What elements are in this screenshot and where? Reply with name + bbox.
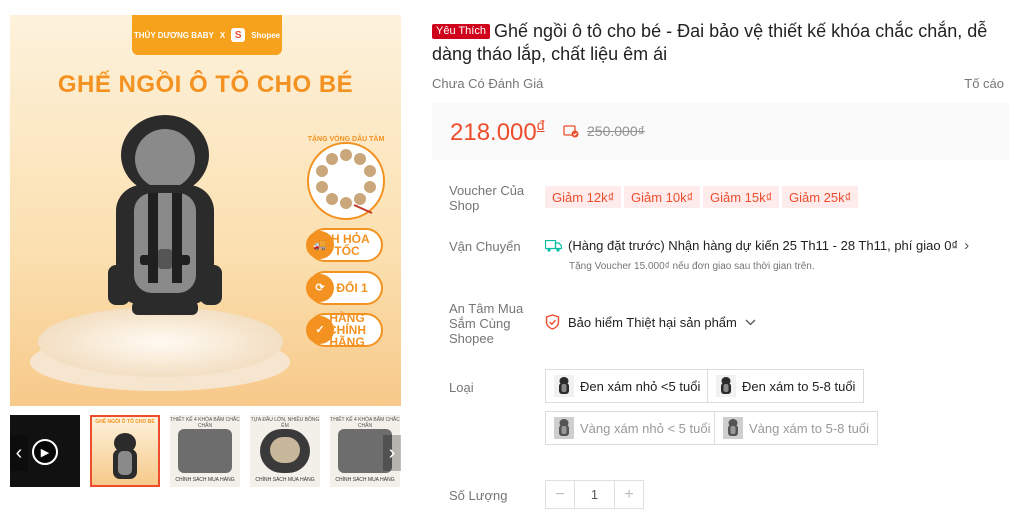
product-title: Yêu Thích Ghế ngồi ô tô cho bé - Đai bảo … bbox=[432, 20, 992, 66]
variant-label: Loại bbox=[449, 380, 474, 395]
price-tag-icon[interactable] bbox=[563, 124, 579, 138]
variant-option[interactable]: Đen xám nhỏ <5 tuổi bbox=[545, 369, 710, 403]
product-page: THỦY DƯƠNG BABY X S Shopee GHẾ NGỒI Ô TÔ… bbox=[0, 0, 1020, 509]
shipping-info[interactable]: (Hàng đặt trước) Nhận hàng dự kiến 25 Th… bbox=[545, 237, 969, 254]
variant-thumbnail bbox=[716, 375, 736, 397]
hero-title: GHẾ NGỒI Ô TÔ CHO BÉ bbox=[57, 71, 354, 98]
quantity-plus-button[interactable]: + bbox=[615, 481, 643, 508]
product-title-text: Ghế ngồi ô tô cho bé - Đai bảo vệ thiết … bbox=[432, 21, 988, 64]
price-currency: đ bbox=[536, 117, 545, 133]
car-seat-thumb bbox=[113, 433, 137, 479]
exchange-icon: ⟳ bbox=[306, 274, 334, 302]
variant-text: Đen xám to 5-8 tuổi bbox=[742, 378, 856, 394]
play-icon: ▶ bbox=[32, 439, 58, 465]
thumbnail-title: THIẾT KẾ 4 KHÓA BẤM CHẮC CHẮN bbox=[170, 417, 240, 429]
variant-option-disabled[interactable]: Vàng xám nhỏ < 5 tuổi bbox=[545, 411, 720, 445]
original-price: 250.000₫ bbox=[587, 123, 645, 139]
shopee-label: Shopee bbox=[251, 30, 281, 40]
thumbnail-prev-arrow[interactable]: ‹ bbox=[10, 435, 28, 471]
report-link[interactable]: Tố cáo bbox=[964, 76, 1004, 91]
assurance-label: An Tâm Mua Sắm Cùng Shopee bbox=[449, 301, 524, 346]
favorite-badge: Yêu Thích bbox=[432, 24, 490, 39]
thumbnail-title: TỰA ĐẦU LỚN, NHIỀU BÔNG ÊM bbox=[250, 417, 320, 429]
quantity-input[interactable]: 1 bbox=[574, 481, 615, 508]
voucher-chip[interactable]: Giảm 15k₫ bbox=[703, 186, 780, 208]
badge-authentic: ✓ HÀNG CHÍNH HÃNG bbox=[306, 312, 383, 348]
variant-thumbnail bbox=[723, 417, 743, 439]
variant-text: Vàng xám nhỏ < 5 tuổi bbox=[580, 420, 711, 436]
thumbnail-caption: CHÍNH SÁCH MUA HÀNG bbox=[175, 477, 235, 483]
thumbnail-2[interactable]: THIẾT KẾ 4 KHÓA BẤM CHẮC CHẮN CHÍNH SÁCH… bbox=[170, 415, 240, 487]
assurance-info[interactable]: Bảo hiểm Thiệt hại sản phẩm bbox=[545, 314, 756, 330]
brand-x: X bbox=[219, 30, 226, 40]
quantity-label: Số Lượng bbox=[449, 488, 508, 503]
current-price: 218.000đ bbox=[450, 117, 545, 147]
chevron-down-icon bbox=[745, 319, 756, 325]
chevron-right-icon: › bbox=[964, 237, 970, 254]
brand-name: THỦY DƯƠNG BABY bbox=[133, 30, 214, 40]
thumbnail-caption: CHÍNH SÁCH MUA HÀNG bbox=[255, 477, 315, 483]
shipping-text: (Hàng đặt trước) Nhận hàng dự kiến 25 Th… bbox=[568, 238, 959, 253]
assurance-text: Bảo hiểm Thiệt hại sản phẩm bbox=[568, 314, 737, 330]
headrest-closeup bbox=[260, 429, 310, 473]
thumbnail-title: THIẾT KẾ 4 KHÓA BẤM CHẮC CHẮN bbox=[330, 417, 400, 429]
truck-icon bbox=[545, 239, 562, 252]
thumbnail-3[interactable]: TỰA ĐẦU LỚN, NHIỀU BÔNG ÊM CHÍNH SÁCH MU… bbox=[250, 415, 320, 487]
voucher-chip[interactable]: Giảm 25k₫ bbox=[782, 186, 859, 208]
shield-check-icon: ✓ bbox=[306, 316, 334, 344]
shield-check-icon bbox=[545, 314, 560, 330]
seat-closeup bbox=[178, 429, 232, 473]
variant-text: Đen xám nhỏ <5 tuổi bbox=[580, 378, 701, 394]
shipping-voucher-note: Tặng Voucher 15.000₫ nếu đơn giao sau th… bbox=[569, 261, 815, 272]
variant-option[interactable]: Đen xám to 5-8 tuổi bbox=[707, 369, 865, 403]
voucher-chip[interactable]: Giảm 12k₫ bbox=[545, 186, 622, 208]
thumbnail-strip: ‹ ▶ GHẾ NGỒI Ô TÔ CHO BÉ THIẾT KẾ 4 KHÓA… bbox=[10, 415, 401, 487]
voucher-label: Voucher Của Shop bbox=[449, 183, 525, 213]
brand-tag: THỦY DƯƠNG BABY X S Shopee bbox=[132, 15, 282, 55]
quantity-stepper: − 1 + bbox=[545, 480, 644, 509]
thumbnail-caption: CHÍNH SÁCH MUA HÀNG bbox=[335, 477, 395, 483]
variant-thumbnail bbox=[554, 375, 574, 397]
price-box: 218.000đ 250.000₫ bbox=[432, 103, 1009, 160]
shipping-label: Vận Chuyển bbox=[449, 239, 521, 254]
main-product-image[interactable]: THỦY DƯƠNG BABY X S Shopee GHẾ NGỒI Ô TÔ… bbox=[10, 15, 401, 406]
shopee-bag-icon: S bbox=[231, 28, 246, 42]
variant-thumbnail bbox=[554, 417, 574, 439]
thumbnail-1[interactable]: GHẾ NGỒI Ô TÔ CHO BÉ bbox=[90, 415, 160, 487]
badge-exchange: ⟳ 1 ĐỔI 1 bbox=[306, 271, 383, 305]
voucher-chip[interactable]: Giảm 10k₫ bbox=[624, 186, 701, 208]
thumbnail-title: GHẾ NGỒI Ô TÔ CHO BÉ bbox=[95, 419, 155, 425]
car-seat-illustration bbox=[108, 115, 222, 315]
quantity-minus-button[interactable]: − bbox=[546, 481, 574, 508]
gift-label: TẶNG VÒNG DÂU TẰM bbox=[308, 134, 385, 143]
variant-option-disabled[interactable]: Vàng xám to 5-8 tuổi bbox=[714, 411, 878, 445]
thumbnail-next-arrow[interactable]: › bbox=[383, 435, 401, 471]
variant-text: Vàng xám to 5-8 tuổi bbox=[749, 420, 869, 436]
truck-icon: 🚚 bbox=[306, 231, 334, 259]
price-value: 218.000 bbox=[450, 119, 537, 146]
badge-express: 🚚 2H HỎA TỐC bbox=[306, 228, 383, 262]
rating-text[interactable]: Chưa Có Đánh Giá bbox=[432, 76, 543, 91]
mulberry-bracelet-gift: TẶNG VÒNG DÂU TẰM bbox=[307, 134, 385, 220]
